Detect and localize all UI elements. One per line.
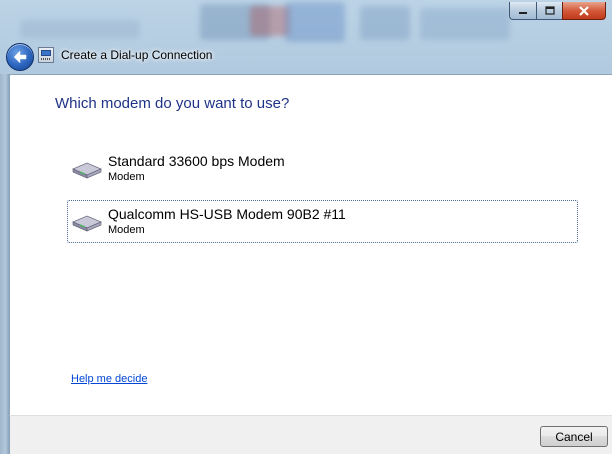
- caption-buttons: [509, 2, 606, 22]
- cancel-button[interactable]: Cancel: [540, 426, 608, 447]
- wizard-footer: Cancel: [9, 415, 612, 454]
- modem-name: Standard 33600 bps Modem: [108, 153, 285, 169]
- modem-option-standard[interactable]: Standard 33600 bps Modem Modem: [67, 147, 578, 190]
- modem-icon: [71, 215, 103, 232]
- modem-icon: [71, 162, 103, 179]
- back-button[interactable]: [6, 43, 34, 71]
- close-icon: [579, 5, 589, 16]
- dialup-connection-icon: [38, 47, 54, 63]
- modem-option-qualcomm[interactable]: Qualcomm HS-USB Modem 90B2 #11 Modem: [67, 200, 578, 243]
- modem-type: Modem: [108, 171, 145, 183]
- close-button[interactable]: [562, 2, 606, 20]
- maximize-button[interactable]: [536, 2, 562, 20]
- window-left-border: [0, 74, 9, 454]
- modem-name: Qualcomm HS-USB Modem 90B2 #11: [108, 206, 346, 222]
- page-heading: Which modem do you want to use?: [55, 95, 290, 112]
- minimize-button[interactable]: [509, 2, 536, 20]
- maximize-icon: [544, 6, 555, 15]
- modem-type: Modem: [108, 224, 145, 236]
- minimize-icon: [519, 11, 527, 14]
- back-arrow-icon: [13, 50, 27, 64]
- window-title: Create a Dial-up Connection: [61, 48, 213, 62]
- help-me-decide-link[interactable]: Help me decide: [71, 373, 147, 385]
- wizard-content: Which modem do you want to use? Standard…: [9, 74, 612, 415]
- title-bar: Create a Dial-up Connection: [0, 0, 612, 84]
